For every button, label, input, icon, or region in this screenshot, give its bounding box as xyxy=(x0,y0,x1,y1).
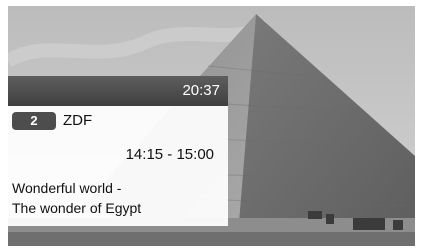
channel-number-badge: 2 xyxy=(12,112,56,130)
info-panel: 2 ZDF 14:15 - 15:00 Wonderful world - Th… xyxy=(8,106,228,226)
video-frame: 20:37 2 ZDF 14:15 - 15:00 Wonderful worl… xyxy=(8,6,415,246)
program-title-line-2: The wonder of Egypt xyxy=(12,200,142,216)
program-title-line-1: Wonderful world - xyxy=(12,180,122,196)
clock: 20:37 xyxy=(182,82,220,99)
program-time-slot: 14:15 - 15:00 xyxy=(125,146,214,163)
program-info-overlay: 20:37 2 ZDF 14:15 - 15:00 Wonderful worl… xyxy=(8,76,228,226)
channel-name: ZDF xyxy=(63,112,93,129)
tv-screen: 20:37 2 ZDF 14:15 - 15:00 Wonderful worl… xyxy=(0,0,423,252)
info-header-bar: 20:37 xyxy=(8,76,228,106)
